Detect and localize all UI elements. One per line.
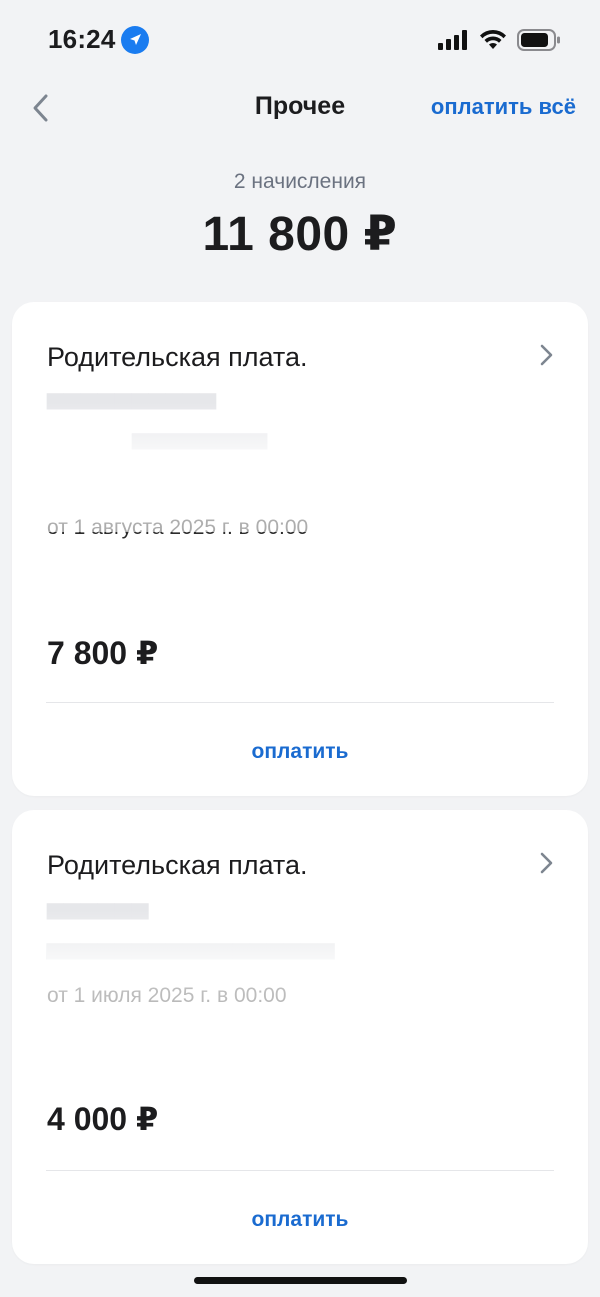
card-divider — [46, 1170, 554, 1171]
charge-card[interactable]: Родительская плата. ▅▅▅▅▅▅▅▅▅▅ ▅▅▅▅▅▅▅▅ … — [12, 302, 588, 796]
battery-icon — [517, 29, 560, 51]
chevron-right-icon[interactable] — [538, 342, 556, 368]
charge-title[interactable]: Родительская плата. — [47, 850, 308, 881]
fade-overlay — [47, 910, 567, 1040]
charge-card[interactable]: Родительская плата. ▅▅▅▅▅▅ ▅▅▅▅▅▅▅▅▅▅▅▅▅… — [12, 810, 588, 1264]
pay-button[interactable]: оплатить — [12, 740, 588, 764]
charge-amount: 4 000 ₽ — [47, 1101, 159, 1137]
nav-bar: Прочее оплатить всё — [0, 80, 600, 140]
status-bar: 16:24 — [0, 0, 600, 80]
home-indicator[interactable] — [194, 1277, 407, 1284]
charge-subtitle-blurred: ▅▅▅▅▅▅ — [47, 894, 149, 919]
location-arrow-icon — [121, 26, 149, 54]
charge-subtitle-blurred: ▅▅▅▅▅▅▅▅ — [132, 424, 268, 449]
card-divider — [46, 702, 554, 703]
chevron-right-icon[interactable] — [538, 850, 556, 876]
pay-all-button[interactable]: оплатить всё — [431, 94, 576, 120]
charge-date: от 1 июля 2025 г. в 00:00 — [47, 984, 287, 1007]
fade-overlay — [47, 402, 567, 532]
status-time: 16:24 — [48, 24, 116, 54]
charges-total: 11 800 ₽ — [202, 208, 398, 261]
wifi-icon — [480, 29, 506, 49]
charges-count: 2 начисления — [233, 170, 367, 193]
charge-date: от 1 августа 2025 г. в 00:00 — [47, 516, 309, 539]
charge-amount: 7 800 ₽ — [47, 635, 159, 671]
charge-title[interactable]: Родительская плата. — [47, 342, 308, 373]
pay-button[interactable]: оплатить — [12, 1208, 588, 1232]
charge-subtitle-blurred: ▅▅▅▅▅▅▅▅▅▅▅▅▅▅▅▅▅ — [47, 934, 335, 959]
cellular-signal-icon — [438, 30, 467, 50]
charge-subtitle-blurred: ▅▅▅▅▅▅▅▅▅▅ — [47, 384, 217, 409]
